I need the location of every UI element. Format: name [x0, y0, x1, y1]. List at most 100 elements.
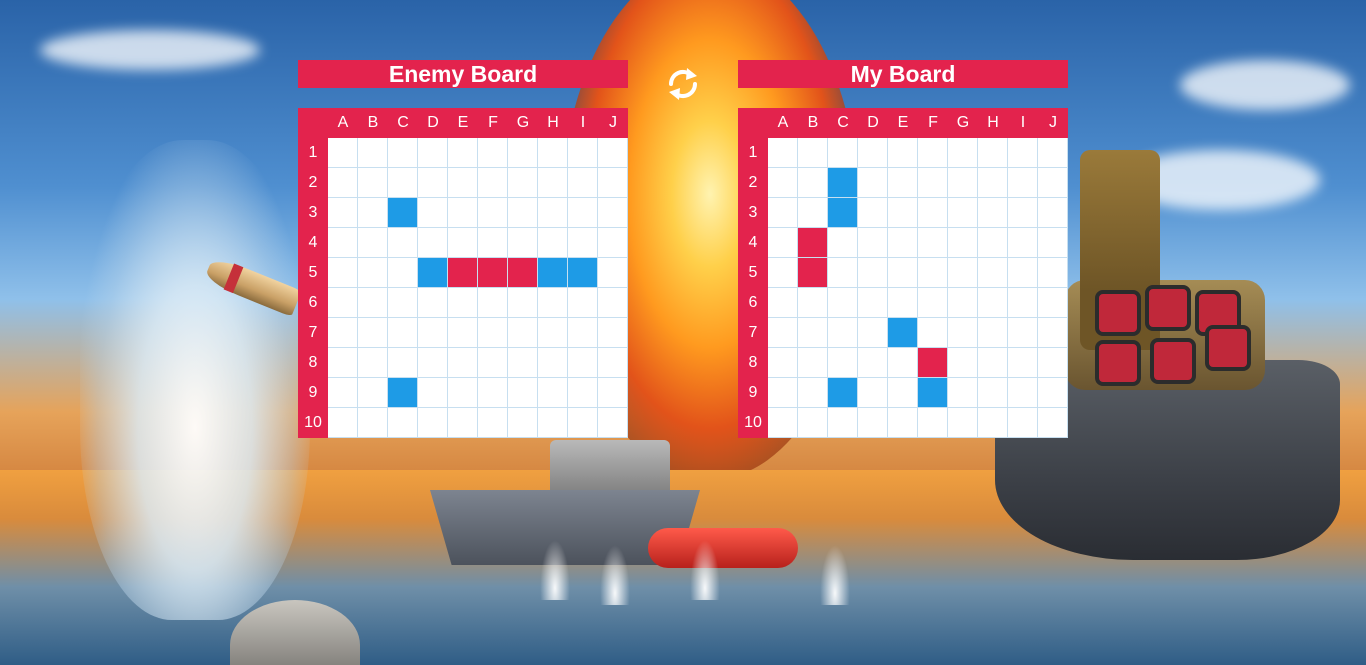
grid-cell-d10[interactable]: [418, 408, 448, 438]
grid-cell-a9[interactable]: [328, 378, 358, 408]
grid-cell-g3[interactable]: [508, 198, 538, 228]
grid-cell-i1[interactable]: [568, 138, 598, 168]
grid-cell-j8[interactable]: [598, 348, 628, 378]
grid-cell-f3[interactable]: [478, 198, 508, 228]
grid-cell-f7[interactable]: [478, 318, 508, 348]
grid-cell-e2[interactable]: [448, 168, 478, 198]
grid-cell-g6[interactable]: [508, 288, 538, 318]
grid-cell-a6[interactable]: [328, 288, 358, 318]
grid-cell-i2[interactable]: [568, 168, 598, 198]
grid-cell-b6[interactable]: [358, 288, 388, 318]
grid-cell-f8[interactable]: [478, 348, 508, 378]
grid-cell-b8[interactable]: [358, 348, 388, 378]
grid-cell-a2[interactable]: [328, 168, 358, 198]
grid-cell-d5-miss[interactable]: [418, 258, 448, 288]
grid-cell-d2[interactable]: [418, 168, 448, 198]
grid-cell-b1[interactable]: [358, 138, 388, 168]
grid-cell-c10[interactable]: [388, 408, 418, 438]
grid-cell-b7[interactable]: [358, 318, 388, 348]
grid-cell-h8[interactable]: [538, 348, 568, 378]
grid-cell-g4[interactable]: [508, 228, 538, 258]
grid-cell-i7[interactable]: [568, 318, 598, 348]
grid-cell-j6[interactable]: [598, 288, 628, 318]
grid-cell-h9[interactable]: [538, 378, 568, 408]
grid-cell-e4[interactable]: [448, 228, 478, 258]
grid-cell-f2[interactable]: [478, 168, 508, 198]
grid-cell-j1[interactable]: [598, 138, 628, 168]
grid-cell-g7[interactable]: [508, 318, 538, 348]
grid-cell-a4[interactable]: [328, 228, 358, 258]
grid-cell-f9[interactable]: [478, 378, 508, 408]
grid-cell-i8[interactable]: [568, 348, 598, 378]
grid-cell-b5[interactable]: [358, 258, 388, 288]
grid-cell-c4[interactable]: [388, 228, 418, 258]
grid-cell-e3[interactable]: [448, 198, 478, 228]
grid-cell-c5[interactable]: [388, 258, 418, 288]
grid-cell-g10[interactable]: [508, 408, 538, 438]
grid-cell-h1[interactable]: [538, 138, 568, 168]
grid-cell-h6[interactable]: [538, 288, 568, 318]
grid-cell-c7[interactable]: [388, 318, 418, 348]
grid-cell-g5-hit[interactable]: [508, 258, 538, 288]
grid-cell-j10[interactable]: [598, 408, 628, 438]
grid-cell-e7[interactable]: [448, 318, 478, 348]
grid-cell-h3[interactable]: [538, 198, 568, 228]
grid-cell-g9[interactable]: [508, 378, 538, 408]
grid-cell-g8[interactable]: [508, 348, 538, 378]
swap-boards-icon[interactable]: [665, 64, 701, 104]
grid-cell-c2[interactable]: [388, 168, 418, 198]
grid-cell-d3[interactable]: [418, 198, 448, 228]
grid-cell-i4[interactable]: [568, 228, 598, 258]
grid-cell-i10[interactable]: [568, 408, 598, 438]
grid-cell-j2[interactable]: [598, 168, 628, 198]
grid-cell-f1[interactable]: [478, 138, 508, 168]
grid-cell-c9-miss[interactable]: [388, 378, 418, 408]
grid-cell-h2[interactable]: [538, 168, 568, 198]
grid-cell-a3[interactable]: [328, 198, 358, 228]
grid-cell-c8[interactable]: [388, 348, 418, 378]
grid-cell-a1[interactable]: [328, 138, 358, 168]
grid-cell-b3[interactable]: [358, 198, 388, 228]
grid-cell-i9[interactable]: [568, 378, 598, 408]
grid-cell-b2[interactable]: [358, 168, 388, 198]
grid-cell-e10[interactable]: [448, 408, 478, 438]
grid-cell-g2[interactable]: [508, 168, 538, 198]
grid-cell-e6[interactable]: [448, 288, 478, 318]
grid-cell-h7[interactable]: [538, 318, 568, 348]
grid-cell-j9[interactable]: [598, 378, 628, 408]
grid-cell-d8[interactable]: [418, 348, 448, 378]
grid-cell-d9[interactable]: [418, 378, 448, 408]
grid-cell-i6[interactable]: [568, 288, 598, 318]
grid-cell-f4[interactable]: [478, 228, 508, 258]
grid-cell-f5-hit[interactable]: [478, 258, 508, 288]
grid-cell-e1[interactable]: [448, 138, 478, 168]
grid-cell-h5-miss[interactable]: [538, 258, 568, 288]
grid-cell-h4[interactable]: [538, 228, 568, 258]
grid-cell-a10[interactable]: [328, 408, 358, 438]
grid-cell-i5-miss[interactable]: [568, 258, 598, 288]
grid-cell-c3-miss[interactable]: [388, 198, 418, 228]
grid-cell-h10[interactable]: [538, 408, 568, 438]
grid-cell-j4[interactable]: [598, 228, 628, 258]
grid-cell-d7[interactable]: [418, 318, 448, 348]
grid-cell-d1[interactable]: [418, 138, 448, 168]
grid-cell-f10[interactable]: [478, 408, 508, 438]
grid-cell-f6[interactable]: [478, 288, 508, 318]
grid-cell-c6[interactable]: [388, 288, 418, 318]
grid-cell-g1[interactable]: [508, 138, 538, 168]
grid-cell-a7[interactable]: [328, 318, 358, 348]
grid-cell-b4[interactable]: [358, 228, 388, 258]
grid-cell-j5[interactable]: [598, 258, 628, 288]
grid-cell-d6[interactable]: [418, 288, 448, 318]
grid-cell-b9[interactable]: [358, 378, 388, 408]
grid-cell-c1[interactable]: [388, 138, 418, 168]
grid-cell-j3[interactable]: [598, 198, 628, 228]
grid-cell-b10[interactable]: [358, 408, 388, 438]
grid-cell-e8[interactable]: [448, 348, 478, 378]
grid-cell-a8[interactable]: [328, 348, 358, 378]
grid-cell-i3[interactable]: [568, 198, 598, 228]
grid-cell-e9[interactable]: [448, 378, 478, 408]
grid-cell-j7[interactable]: [598, 318, 628, 348]
grid-cell-d4[interactable]: [418, 228, 448, 258]
grid-cell-e5-hit[interactable]: [448, 258, 478, 288]
